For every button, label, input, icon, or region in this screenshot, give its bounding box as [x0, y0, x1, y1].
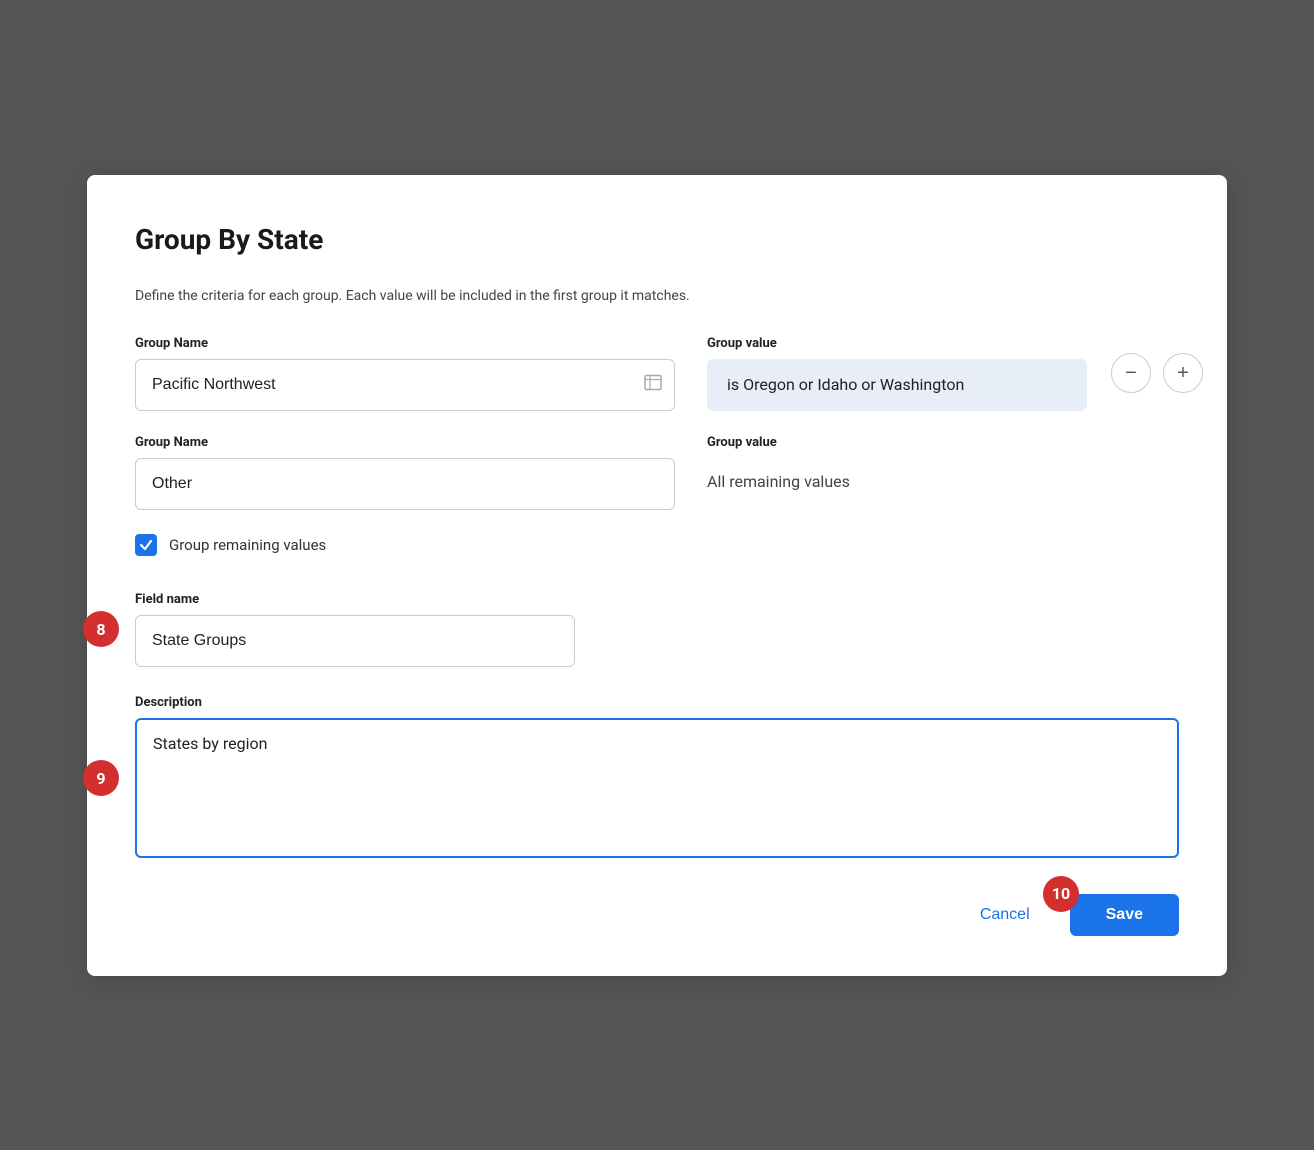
group2-name-input[interactable]: [135, 458, 675, 510]
group2-value-label: Group value: [707, 435, 1179, 450]
step-badge-10: 10: [1043, 876, 1079, 912]
group1-value-box: is Oregon or Idaho or Washington: [707, 359, 1087, 411]
group-row-2: Group Name Group value All remaining val…: [135, 435, 1179, 510]
save-button[interactable]: Save: [1070, 894, 1179, 936]
group1-name-label: Group Name: [135, 336, 675, 351]
step-badge-9: 9: [83, 760, 119, 796]
group1-value-label: Group value: [707, 336, 1087, 351]
field-name-label: Field name: [135, 592, 1179, 607]
description-section: 9 Description States by region: [135, 695, 1179, 862]
group2-value-col: Group value All remaining values: [707, 435, 1179, 491]
group2-name-col: Group Name: [135, 435, 675, 510]
add-group-button[interactable]: +: [1163, 353, 1203, 393]
minus-icon: −: [1125, 362, 1137, 385]
cancel-button[interactable]: Cancel: [964, 896, 1046, 934]
group2-value-wrapper: Group value All remaining values: [707, 435, 1179, 491]
field-name-section: 8 Field name: [135, 592, 1179, 667]
group-row-1: Group Name Group value is Oregon or Idah…: [135, 336, 1179, 411]
checkbox-row: Group remaining values: [135, 534, 1179, 556]
group1-name-input-wrapper: [135, 359, 675, 411]
group1-value-col: Group value is Oregon or Idaho or Washin…: [707, 336, 1203, 411]
checkmark-icon: [139, 538, 153, 552]
group1-actions: − +: [1099, 353, 1203, 393]
group2-value-text: All remaining values: [707, 458, 1179, 491]
description-textarea[interactable]: States by region: [135, 718, 1179, 858]
group1-name-input[interactable]: [135, 359, 675, 411]
group-by-state-dialog: Group By State Define the criteria for e…: [87, 175, 1227, 976]
remove-group1-button[interactable]: −: [1111, 353, 1151, 393]
group2-name-label: Group Name: [135, 435, 675, 450]
group1-name-col: Group Name: [135, 336, 675, 411]
group1-value-wrapper: Group value is Oregon or Idaho or Washin…: [707, 336, 1087, 411]
dialog-footer: 10 Cancel Save: [135, 894, 1179, 936]
step-badge-8: 8: [83, 611, 119, 647]
dialog-description: Define the criteria for each group. Each…: [135, 288, 1179, 304]
plus-icon: +: [1177, 362, 1189, 385]
group1-value-text: is Oregon or Idaho or Washington: [727, 375, 964, 394]
group-remaining-checkbox[interactable]: [135, 534, 157, 556]
field-name-input[interactable]: [135, 615, 575, 667]
dialog-title: Group By State: [135, 223, 1179, 256]
description-label: Description: [135, 695, 1179, 710]
checkbox-label: Group remaining values: [169, 536, 326, 554]
spreadsheet-icon: [643, 372, 663, 397]
